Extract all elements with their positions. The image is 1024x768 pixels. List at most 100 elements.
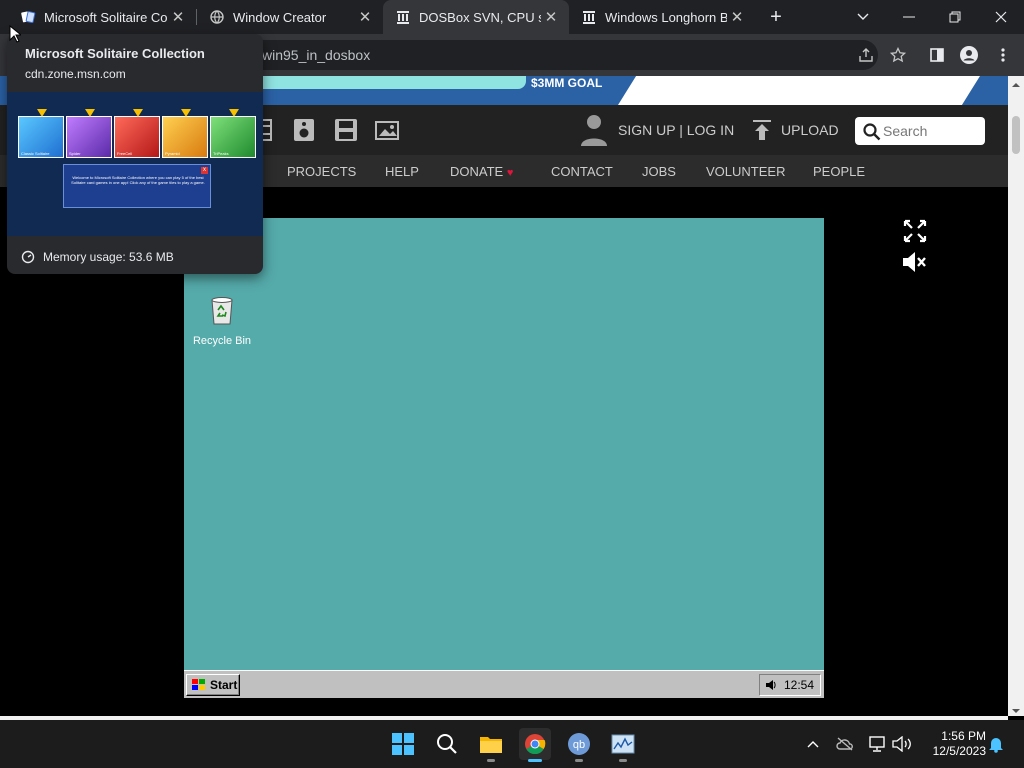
welcome-dialog: x Welcome to Microsoft Solitaire Collect… [63,164,211,208]
minimize-icon [903,16,915,18]
volume-icon [892,736,911,752]
chevron-down-icon [857,13,869,20]
running-indicator [487,759,495,762]
taskbar-clock[interactable]: 1:56 PM 12/5/2023 [922,729,986,759]
user-icon[interactable] [580,113,608,147]
fullscreen-icon[interactable] [903,219,927,243]
search-input[interactable]: Search [855,117,985,145]
speaker-icon[interactable] [764,678,778,692]
clock-date: 12/5/2023 [932,744,986,758]
tab-strip: Microsoft Solitaire Col ✕ Window Creator… [0,0,1024,34]
close-icon [995,11,1007,23]
tab-title: Microsoft Solitaire Col [44,9,168,25]
volume-button[interactable] [891,734,913,754]
search-icon [863,123,881,146]
share-button[interactable] [853,42,879,68]
address-bar[interactable]: win95_in_dosbox [248,40,878,70]
chrome-icon [525,734,546,755]
close-window-button[interactable] [978,0,1024,34]
menu-help[interactable]: HELP [385,164,419,179]
recycle-bin-label: Recycle Bin [192,335,252,347]
network-button[interactable] [866,734,888,754]
recycle-bin[interactable]: Recycle Bin [192,294,252,347]
tile-classic-solitaire: Classic Solitaire [18,109,64,158]
software-icon[interactable] [333,117,359,143]
tile-freecell: FreeCell [114,109,160,158]
tab-search-button[interactable] [840,0,886,34]
menu-people[interactable]: PEOPLE [813,164,865,179]
donate-label: DONATE [450,164,504,179]
scrollbar-thumb[interactable] [1012,116,1020,154]
start-button[interactable] [387,728,419,760]
file-explorer-button[interactable] [475,728,507,762]
side-panel-button[interactable] [924,42,950,68]
goal-progress-bar [250,76,526,89]
profile-icon [960,46,978,64]
close-icon: x [201,167,208,174]
images-icon[interactable] [375,117,401,143]
svg-text:qb: qb [573,739,585,751]
folder-icon [480,737,502,753]
welcome-text: Welcome to Microsoft Solitaire Collectio… [71,175,205,185]
onedrive-button[interactable] [835,734,855,754]
minimize-button[interactable] [886,0,932,34]
tab-title: Window Creator [233,9,327,25]
menu-button[interactable] [990,42,1016,68]
vertical-scrollbar[interactable] [1008,76,1024,716]
cloud-offline-icon [836,737,853,751]
upload-link[interactable]: UPLOAD [781,122,839,138]
dosbox-emulator-screen[interactable]: Recycle Bin Start 12:54 [184,218,824,698]
menu-contact[interactable]: CONTACT [551,164,613,179]
close-tab-icon[interactable]: ✕ [168,7,188,27]
solitaire-favicon-icon [20,9,36,25]
kebab-menu-icon [1001,48,1005,62]
address-text[interactable]: win95_in_dosbox [262,47,370,63]
menu-donate[interactable]: DONATE ♥ [450,164,513,179]
menu-volunteer[interactable]: VOLUNTEER [706,164,785,179]
taskbar-search-button[interactable] [431,728,463,760]
scroll-down-icon[interactable] [1008,706,1024,716]
tab-longhorn[interactable]: Windows Longhorn Bu ✕ [569,0,755,34]
memory-usage: Memory usage: 53.6 MB [43,250,174,264]
upload-icon[interactable] [749,117,775,143]
side-panel-icon [930,48,944,62]
tab-title: DOSBox SVN, CPU spe [419,9,541,25]
qbittorrent-button[interactable]: qb [563,728,595,762]
tile-spider: Spider [66,109,112,158]
tab-dosbox[interactable]: DOSBox SVN, CPU spe ✕ [383,0,569,34]
tile-pyramid: Pyramid [162,109,208,158]
menu-jobs[interactable]: JOBS [642,164,676,179]
monitor-chart-icon [611,734,635,754]
tab-hover-card: Microsoft Solitaire Collection cdn.zone.… [7,34,263,274]
close-tab-icon[interactable]: ✕ [541,7,561,27]
archive-favicon-icon [395,9,411,25]
win95-taskbar: Start 12:54 [184,670,824,698]
start-button[interactable]: Start [186,674,240,696]
restore-button[interactable] [932,0,978,34]
chrome-button[interactable] [519,728,551,762]
restore-icon [949,11,961,23]
signup-login-link[interactable]: SIGN UP | LOG IN [618,122,734,138]
audio-icon[interactable] [291,117,317,143]
close-tab-icon[interactable]: ✕ [727,7,747,27]
start-label: Start [210,678,238,692]
hover-card-url: cdn.zone.msn.com [25,67,126,81]
network-icon [869,736,885,752]
show-hidden-icons-button[interactable] [805,734,821,754]
tab-window-creator[interactable]: Window Creator ✕ [197,0,383,34]
tab-solitaire[interactable]: Microsoft Solitaire Col ✕ [8,0,196,34]
profile-button[interactable] [956,42,982,68]
close-tab-icon[interactable]: ✕ [355,7,375,27]
banner-shape [618,76,980,105]
scroll-up-icon[interactable] [1008,80,1024,90]
performance-monitor-button[interactable] [607,728,639,762]
notifications-button[interactable] [986,734,1006,754]
new-tab-button[interactable]: + [765,6,787,28]
hover-card-title: Microsoft Solitaire Collection [25,46,205,61]
windows-logo-icon [392,733,414,755]
bookmark-button[interactable] [885,42,911,68]
menu-projects[interactable]: PROJECTS [287,164,356,179]
running-indicator [575,759,583,762]
mute-icon[interactable] [902,251,928,273]
heart-icon: ♥ [506,167,514,179]
